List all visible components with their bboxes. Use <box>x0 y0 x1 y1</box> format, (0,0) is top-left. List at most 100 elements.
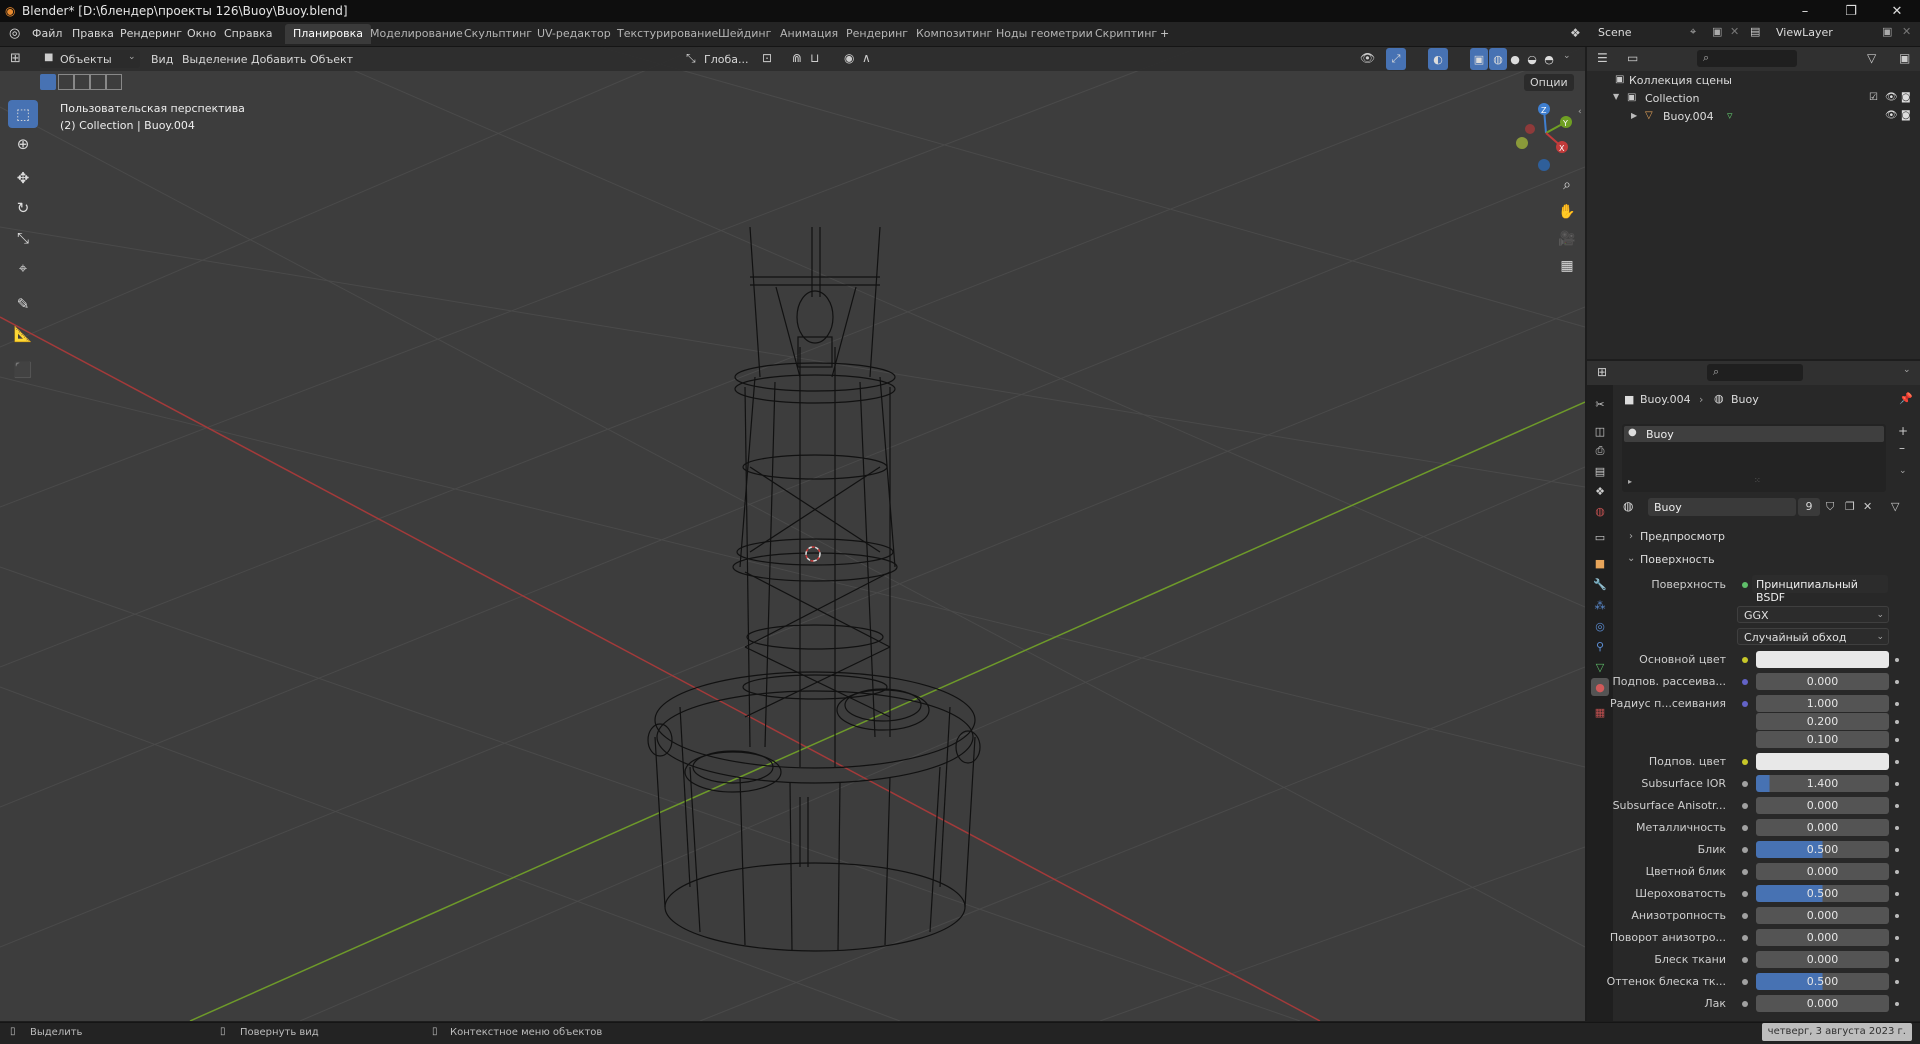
texture-tab-icon[interactable]: ▦ <box>1591 703 1609 721</box>
material-browse-icon[interactable]: ◍ <box>1623 499 1633 513</box>
preview-section-header[interactable]: Предпросмотр <box>1640 530 1725 543</box>
ortho-grid-icon[interactable]: ▦ <box>1554 253 1580 279</box>
rotate-tool-icon[interactable]: ↻ <box>8 194 38 222</box>
keyframe-dot-icon[interactable] <box>1895 720 1899 724</box>
distribution-dropdown[interactable]: GGX ⌄ <box>1737 606 1889 623</box>
numeric-field[interactable]: 0.000 <box>1756 995 1889 1012</box>
collection-tab-icon[interactable]: ▭ <box>1591 528 1609 546</box>
duplicate-material-icon[interactable]: ❐ <box>1845 500 1855 513</box>
keyframe-dot-icon[interactable] <box>1895 892 1899 896</box>
navigation-gizmo[interactable]: Z Y X <box>1516 103 1572 171</box>
numeric-field[interactable]: 0.000 <box>1756 797 1889 814</box>
workspace-tab-texturing[interactable]: Текстурирование <box>609 24 726 44</box>
preview-collapse-icon[interactable]: › <box>1629 531 1633 542</box>
transform-tool-icon[interactable]: ⌖ <box>8 254 38 282</box>
scene-icon[interactable]: ❖ <box>1570 26 1581 40</box>
color-swatch-field[interactable] <box>1756 753 1889 770</box>
input-socket-icon[interactable] <box>1742 781 1748 787</box>
material-name-field[interactable]: Buoy <box>1648 498 1796 516</box>
overlay-toggle-icon[interactable]: ◐ <box>1428 48 1448 70</box>
menu-file[interactable]: Файл <box>32 27 62 40</box>
link-mode-icon[interactable]: ▽ <box>1891 500 1899 513</box>
object-render-camera-icon[interactable]: ◙ <box>1901 110 1911 121</box>
select-subtract-icon[interactable] <box>74 74 90 90</box>
move-tool-icon[interactable]: ✥ <box>8 164 38 192</box>
workspace-tab-rendering[interactable]: Рендеринг <box>838 24 916 44</box>
workspace-tab-animation[interactable]: Анимация <box>772 24 846 44</box>
keyframe-dot-icon[interactable] <box>1895 658 1899 662</box>
input-socket-icon[interactable] <box>1742 657 1748 663</box>
material-shading-icon[interactable]: ◒ <box>1523 48 1541 70</box>
view-layer-name[interactable]: ViewLayer <box>1776 26 1833 39</box>
numeric-field[interactable]: 1.400 <box>1756 775 1889 792</box>
input-socket-icon[interactable] <box>1742 847 1748 853</box>
slot-specials-icon[interactable]: ⌄ <box>1899 466 1907 476</box>
filter-icon[interactable]: ▽ <box>1867 51 1876 65</box>
workspace-tab-sculpting[interactable]: Скульптинг <box>456 24 540 44</box>
subsurface-method-dropdown[interactable]: Случайный обход ⌄ <box>1737 628 1889 645</box>
transform-orientation-icon[interactable]: ⤡ <box>686 51 696 66</box>
numeric-field[interactable]: 0.200 <box>1756 713 1889 730</box>
object-visibility-eye-icon[interactable]: 👁 <box>1885 110 1898 121</box>
input-socket-icon[interactable] <box>1742 979 1748 985</box>
surface-section-header[interactable]: Поверхность <box>1640 553 1715 566</box>
modifier-tab-icon[interactable]: 🔧 <box>1591 575 1609 593</box>
keyframe-dot-icon[interactable] <box>1895 760 1899 764</box>
new-scene-icon[interactable]: ▣ <box>1712 25 1722 38</box>
delete-view-layer-icon[interactable]: ✕ <box>1902 25 1911 38</box>
input-socket-icon[interactable] <box>1742 825 1748 831</box>
zoom-icon[interactable]: ⌕ <box>1554 172 1580 198</box>
options-dropdown[interactable]: Опции <box>1524 74 1574 91</box>
outliner-editor-type-icon[interactable]: ☰ <box>1597 51 1608 65</box>
menu-window[interactable]: Окно <box>187 27 216 40</box>
scale-tool-icon[interactable]: ⤡ <box>8 224 38 252</box>
visibility-icon[interactable]: 👁 <box>1360 51 1375 65</box>
keyframe-dot-icon[interactable] <box>1895 702 1899 706</box>
transform-orientation[interactable]: Глоба... <box>704 53 748 66</box>
numeric-field[interactable]: 0.000 <box>1756 673 1889 690</box>
menu-view[interactable]: Вид <box>151 53 173 66</box>
numeric-field[interactable]: 0.500 <box>1756 973 1889 990</box>
numeric-field[interactable]: 1.000 <box>1756 695 1889 712</box>
keyframe-dot-icon[interactable] <box>1895 1002 1899 1006</box>
keyframe-dot-icon[interactable] <box>1895 914 1899 918</box>
input-socket-icon[interactable] <box>1742 957 1748 963</box>
add-workspace-button[interactable]: + <box>1152 24 1177 44</box>
visibility-eye-icon[interactable]: 👁 <box>1885 92 1898 103</box>
keyframe-dot-icon[interactable] <box>1895 826 1899 830</box>
color-swatch-field[interactable] <box>1756 651 1889 668</box>
constraints-tab-icon[interactable]: ⚲ <box>1591 637 1609 655</box>
input-socket-icon[interactable] <box>1742 891 1748 897</box>
select-extend-icon[interactable] <box>58 74 74 90</box>
sidebar-toggle-icon[interactable]: ‹ <box>1578 107 1582 117</box>
keyframe-dot-icon[interactable] <box>1895 804 1899 808</box>
menu-select[interactable]: Выделение <box>182 53 248 66</box>
workspace-tab-compositing[interactable]: Композитинг <box>908 24 1000 44</box>
mesh-data-icon[interactable]: ▿ <box>1727 109 1733 122</box>
properties-search-input[interactable]: ⌕ <box>1707 364 1803 381</box>
workspace-tab-modeling[interactable]: Моделирование <box>362 24 471 44</box>
numeric-field[interactable]: 0.000 <box>1756 951 1889 968</box>
fake-user-shield-icon[interactable]: ⛉ <box>1826 500 1834 514</box>
select-new-icon[interactable] <box>40 74 56 90</box>
workspace-tab-geometry-nodes[interactable]: Ноды геометрии <box>988 24 1101 44</box>
expand-arrow-icon[interactable]: ▼ <box>1613 92 1619 101</box>
add-cube-tool-icon[interactable]: ⬛ <box>8 356 38 384</box>
input-socket-icon[interactable] <box>1742 913 1748 919</box>
menu-help[interactable]: Справка <box>224 27 272 40</box>
blender-menu-icon[interactable]: ◎ <box>9 26 20 41</box>
keyframe-dot-icon[interactable] <box>1895 980 1899 984</box>
keyframe-dot-icon[interactable] <box>1895 738 1899 742</box>
measure-tool-icon[interactable]: 📐 <box>8 320 38 348</box>
numeric-field[interactable]: 0.100 <box>1756 731 1889 748</box>
scene-name[interactable]: Scene <box>1598 26 1632 39</box>
snap-icon[interactable]: ⋒ <box>792 51 802 65</box>
resize-grip-icon[interactable]: ⁙ <box>1754 476 1761 485</box>
view-layer-icon[interactable]: ▤ <box>1750 25 1760 38</box>
keyframe-dot-icon[interactable] <box>1895 782 1899 786</box>
new-view-layer-icon[interactable]: ▣ <box>1882 25 1892 38</box>
input-socket-icon[interactable] <box>1742 803 1748 809</box>
object-tab-icon[interactable]: ■ <box>1591 554 1609 572</box>
editor-type-icon[interactable]: ⊞ <box>10 51 21 66</box>
pivot-point-icon[interactable]: ⊡ <box>762 51 772 65</box>
